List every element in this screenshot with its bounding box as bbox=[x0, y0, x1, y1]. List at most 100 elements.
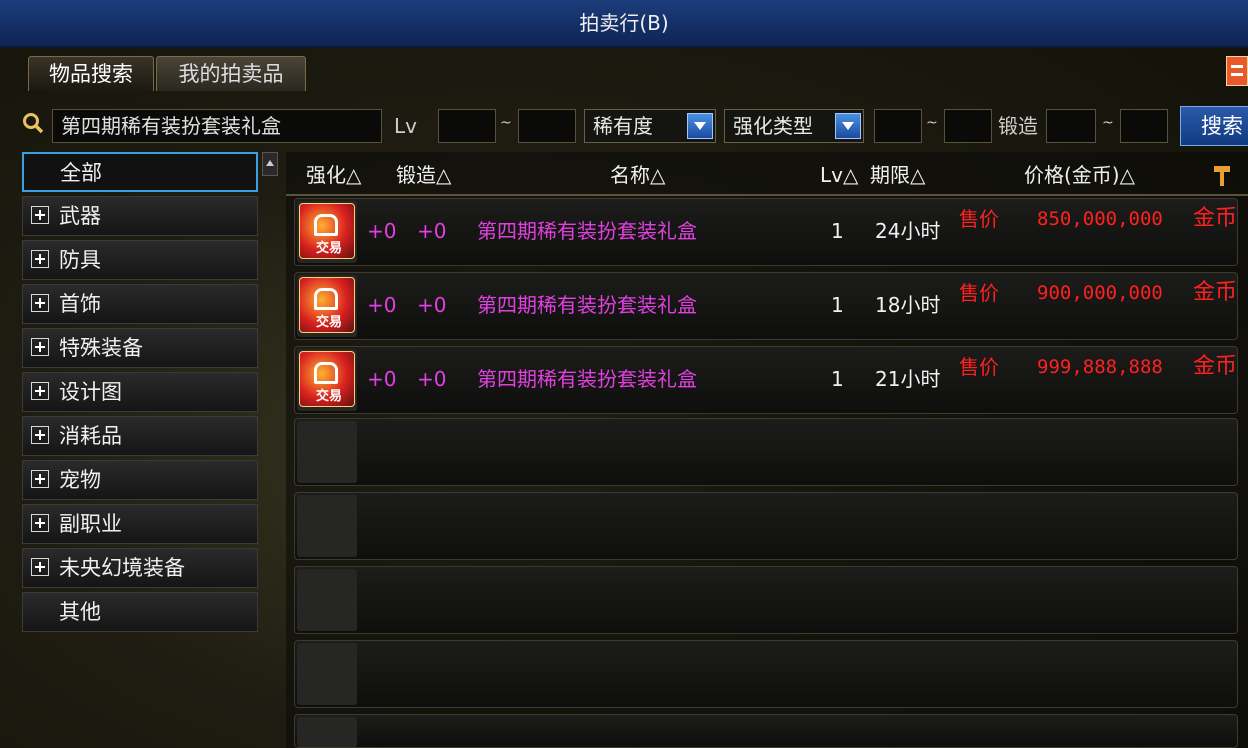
rarity-dropdown[interactable]: 稀有度 bbox=[584, 109, 716, 143]
row-name: 第四期稀有装扮套装礼盒 bbox=[477, 293, 697, 317]
empty-row bbox=[294, 492, 1238, 560]
expand-plus-icon[interactable] bbox=[31, 558, 49, 576]
range-separator: ~ bbox=[500, 115, 512, 131]
category-item[interactable]: 特殊装备 bbox=[22, 328, 258, 368]
enhance-type-dropdown[interactable]: 强化类型 bbox=[724, 109, 864, 143]
tab-item-search[interactable]: 物品搜索 bbox=[28, 56, 154, 91]
category-label: 消耗品 bbox=[59, 424, 122, 448]
enhance-type-label: 强化类型 bbox=[733, 114, 813, 138]
column-name[interactable]: 名称△ bbox=[610, 160, 665, 190]
item-slot bbox=[297, 717, 357, 747]
tab-my-auctions[interactable]: 我的拍卖品 bbox=[156, 56, 306, 91]
empty-row bbox=[294, 640, 1238, 708]
expand-plus-icon[interactable] bbox=[31, 294, 49, 312]
range-separator: ~ bbox=[1102, 115, 1114, 131]
row-price: 850,000,000 bbox=[1037, 208, 1163, 230]
row-name: 第四期稀有装扮套装礼盒 bbox=[477, 219, 697, 243]
category-item[interactable]: 防具 bbox=[22, 240, 258, 280]
row-lv: 1 bbox=[831, 219, 844, 243]
search-button[interactable]: 搜索 bbox=[1180, 106, 1248, 146]
item-gift-box-icon[interactable]: 交易 bbox=[299, 351, 355, 407]
category-label: 设计图 bbox=[59, 380, 122, 404]
lv-min-input[interactable] bbox=[438, 109, 496, 143]
trade-badge: 交易 bbox=[316, 315, 343, 330]
item-slot bbox=[297, 421, 357, 483]
rarity-label: 稀有度 bbox=[593, 114, 653, 138]
category-item[interactable]: 其他 bbox=[22, 592, 258, 632]
forge-label: 锻造 bbox=[998, 114, 1038, 138]
column-price[interactable]: 价格(金币)△ bbox=[1024, 160, 1135, 190]
enhance-min-input[interactable] bbox=[874, 109, 922, 143]
item-slot bbox=[297, 495, 357, 557]
expand-plus-icon[interactable] bbox=[31, 206, 49, 224]
row-lv: 1 bbox=[831, 293, 844, 317]
search-input[interactable]: 第四期稀有装扮套装礼盒 bbox=[52, 109, 382, 143]
row-sale-label: 售价 bbox=[959, 355, 999, 379]
expand-plus-icon[interactable] bbox=[31, 250, 49, 268]
expand-plus-icon[interactable] bbox=[31, 426, 49, 444]
item-slot bbox=[297, 569, 357, 631]
lv-max-input[interactable] bbox=[518, 109, 576, 143]
forge-max-input[interactable] bbox=[1120, 109, 1168, 143]
minimize-icon[interactable] bbox=[1226, 56, 1248, 86]
empty-row bbox=[294, 418, 1238, 486]
row-forge: +0 bbox=[417, 219, 447, 243]
expand-plus-icon[interactable] bbox=[31, 382, 49, 400]
item-gift-box-icon[interactable]: 交易 bbox=[299, 277, 355, 333]
chevron-down-icon[interactable] bbox=[687, 113, 713, 139]
item-slot bbox=[297, 643, 357, 705]
category-item[interactable]: 副职业 bbox=[22, 504, 258, 544]
trade-badge: 交易 bbox=[316, 389, 343, 404]
category-item[interactable]: 设计图 bbox=[22, 372, 258, 412]
expand-plus-icon[interactable] bbox=[31, 338, 49, 356]
table-row[interactable]: 交易 +0 +0 第四期稀有装扮套装礼盒 1 24小时 售价 850,000,0… bbox=[294, 198, 1238, 266]
category-item[interactable]: 宠物 bbox=[22, 460, 258, 500]
category-label: 首饰 bbox=[59, 292, 101, 316]
range-separator: ~ bbox=[926, 115, 938, 131]
row-sale-label: 售价 bbox=[959, 207, 999, 231]
table-row[interactable]: 交易 +0 +0 第四期稀有装扮套装礼盒 1 21小时 售价 999,888,8… bbox=[294, 346, 1238, 414]
row-enhance: +0 bbox=[367, 367, 397, 391]
row-currency: 金币 bbox=[1193, 206, 1238, 231]
category-item[interactable]: 全部 bbox=[22, 152, 258, 192]
row-duration: 21小时 bbox=[875, 367, 941, 391]
category-item[interactable]: 未央幻境装备 bbox=[22, 548, 258, 588]
row-enhance: +0 bbox=[367, 219, 397, 243]
lv-label: Lv bbox=[394, 114, 417, 138]
row-price: 900,000,000 bbox=[1037, 282, 1163, 304]
category-item[interactable]: 消耗品 bbox=[22, 416, 258, 456]
row-currency: 金币 bbox=[1193, 280, 1238, 305]
row-sale-label: 售价 bbox=[959, 281, 999, 305]
row-price: 999,888,888 bbox=[1037, 356, 1163, 378]
enhance-max-input[interactable] bbox=[944, 109, 992, 143]
category-label: 武器 bbox=[59, 204, 101, 228]
row-lv: 1 bbox=[831, 367, 844, 391]
category-label: 防具 bbox=[59, 248, 101, 272]
row-name: 第四期稀有装扮套装礼盒 bbox=[477, 367, 697, 391]
category-item[interactable]: 首饰 bbox=[22, 284, 258, 324]
category-label: 特殊装备 bbox=[59, 336, 143, 360]
category-label: 全部 bbox=[60, 161, 102, 185]
scroll-up-button[interactable] bbox=[262, 152, 278, 176]
row-enhance: +0 bbox=[367, 293, 397, 317]
forge-min-input[interactable] bbox=[1046, 109, 1096, 143]
window-title: 拍卖行(B) bbox=[0, 0, 1248, 48]
trade-badge: 交易 bbox=[316, 241, 343, 256]
row-currency: 金币 bbox=[1193, 354, 1238, 379]
category-item[interactable]: 武器 bbox=[22, 196, 258, 236]
expand-plus-icon[interactable] bbox=[31, 470, 49, 488]
search-bar: 第四期稀有装扮套装礼盒 Lv ~ 稀有度 强化类型 ~ 锻造 ~ 搜索 bbox=[0, 106, 1248, 146]
expand-plus-icon[interactable] bbox=[31, 514, 49, 532]
search-icon bbox=[23, 113, 44, 134]
hammer-icon bbox=[1214, 166, 1230, 186]
column-enhance[interactable]: 强化△ bbox=[306, 160, 361, 190]
row-duration: 24小时 bbox=[875, 219, 941, 243]
column-lv[interactable]: Lv△ bbox=[820, 160, 858, 190]
table-row[interactable]: 交易 +0 +0 第四期稀有装扮套装礼盒 1 18小时 售价 900,000,0… bbox=[294, 272, 1238, 340]
column-forge[interactable]: 锻造△ bbox=[396, 160, 451, 190]
chevron-down-icon[interactable] bbox=[835, 113, 861, 139]
item-gift-box-icon[interactable]: 交易 bbox=[299, 203, 355, 259]
row-forge: +0 bbox=[417, 367, 447, 391]
category-label: 其他 bbox=[59, 600, 101, 624]
column-duration[interactable]: 期限△ bbox=[870, 160, 925, 190]
